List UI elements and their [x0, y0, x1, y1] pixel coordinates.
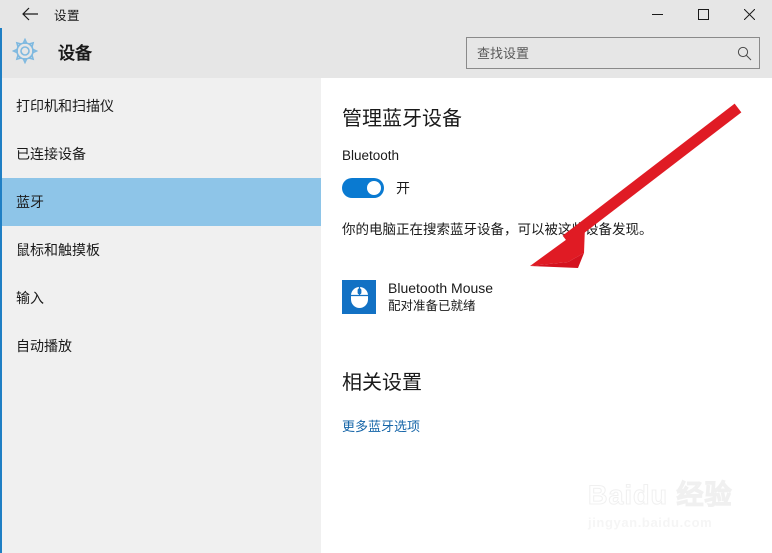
sidebar-item-bluetooth[interactable]: 蓝牙	[2, 178, 321, 226]
related-settings-heading: 相关设置	[342, 372, 422, 394]
close-icon[interactable]	[726, 0, 772, 28]
back-arrow-icon[interactable]	[14, 0, 46, 28]
bluetooth-toggle[interactable]	[342, 178, 384, 198]
gear-icon	[11, 37, 39, 65]
watermark-sub: jingyan.baidu.com	[588, 515, 713, 530]
search-box[interactable]	[466, 37, 760, 69]
search-icon[interactable]	[729, 38, 759, 68]
minimize-icon[interactable]	[634, 0, 680, 28]
content-heading: 管理蓝牙设备	[342, 108, 462, 130]
mouse-icon	[342, 280, 376, 314]
window-controls	[634, 0, 772, 28]
sidebar-item-label: 已连接设备	[16, 146, 86, 162]
title-bar: 设置	[0, 0, 772, 28]
more-bluetooth-options-link[interactable]: 更多蓝牙选项	[342, 416, 420, 435]
bluetooth-label: Bluetooth	[342, 148, 400, 163]
sidebar-item-label: 打印机和扫描仪	[16, 98, 114, 114]
sidebar-item-autoplay[interactable]: 自动播放	[2, 322, 321, 370]
sidebar-item-label: 输入	[16, 290, 44, 306]
settings-window: 设置 设备 查找设置 打印机和扫描仪 已连接设备 蓝牙 鼠标和触摸板 输入 自动…	[0, 0, 772, 553]
sidebar: 打印机和扫描仪 已连接设备 蓝牙 鼠标和触摸板 输入 自动播放	[2, 78, 321, 553]
list-item[interactable]: Bluetooth Mouse 配对准备已就绪	[342, 274, 642, 320]
sidebar-item-typing[interactable]: 输入	[2, 274, 321, 322]
sidebar-item-connected-devices[interactable]: 已连接设备	[2, 130, 321, 178]
toggle-state-label: 开	[396, 180, 410, 196]
search-input[interactable]	[467, 38, 729, 68]
sidebar-item-label: 自动播放	[16, 338, 72, 354]
sidebar-item-label: 鼠标和触摸板	[16, 242, 100, 258]
window-title: 设置	[54, 8, 81, 23]
bluetooth-toggle-row[interactable]: 开	[342, 178, 410, 198]
sidebar-item-label: 蓝牙	[16, 194, 44, 210]
watermark-main: Baidu 经验	[588, 480, 733, 510]
device-name: Bluetooth Mouse	[388, 280, 494, 297]
toggle-knob	[367, 181, 381, 195]
bluetooth-description: 你的电脑正在搜索蓝牙设备，可以被这些设备发现。	[342, 222, 653, 237]
device-status: 配对准备已就绪	[388, 299, 476, 313]
watermark: Baidu 经验 jingyan.baidu.com	[588, 480, 764, 544]
device-text: Bluetooth Mouse 配对准备已就绪	[388, 279, 493, 315]
maximize-icon[interactable]	[680, 0, 726, 28]
sidebar-item-printers-scanners[interactable]: 打印机和扫描仪	[2, 82, 321, 130]
sidebar-item-mouse-touchpad[interactable]: 鼠标和触摸板	[2, 226, 321, 274]
page-title: 设备	[58, 43, 92, 63]
